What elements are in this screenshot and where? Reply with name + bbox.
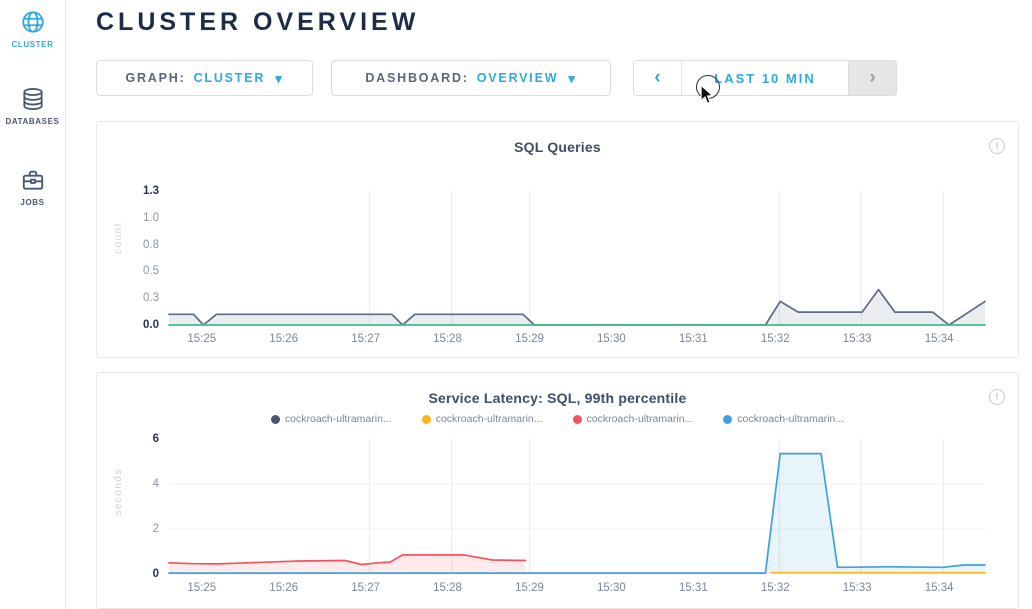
y-tick-label: 6 (97, 431, 159, 447)
chevron-down-icon: ▾ (568, 72, 576, 85)
x-tick-label: 15:27 (341, 581, 391, 595)
x-tick-label: 15:25 (177, 332, 227, 346)
legend-item: cockroach-ultramarin... (271, 413, 392, 425)
y-tick-label: 0.0 (97, 317, 159, 333)
legend-item: cockroach-ultramarin... (573, 413, 694, 425)
chart-title: SQL Queries (97, 139, 1018, 155)
y-tick-label: 1.3 (97, 183, 159, 199)
chart-title: Service Latency: SQL, 99th percentile (97, 390, 1018, 406)
x-tick-label: 15:28 (423, 581, 473, 595)
sidebar-item-label: JOBS (20, 198, 44, 207)
legend-dot (573, 415, 582, 424)
x-tick-label: 15:26 (259, 332, 309, 346)
page-title: CLUSTER OVERVIEW (96, 8, 419, 37)
y-tick-label: 2 (97, 521, 159, 537)
sidebar: CLUSTER DATABASES JOBS (0, 0, 66, 609)
y-tick-label: 0.8 (97, 237, 159, 253)
info-icon[interactable]: ! (989, 138, 1005, 154)
y-tick-label: 0.5 (97, 263, 159, 279)
sidebar-item-cluster[interactable]: CLUSTER (0, 9, 65, 49)
legend-dot (422, 415, 431, 424)
legend-dot (271, 415, 280, 424)
y-tick-label: 1.0 (97, 210, 159, 226)
x-tick-label: 15:34 (914, 332, 964, 346)
y-tick-label: 4 (97, 476, 159, 492)
x-tick-label: 15:27 (341, 332, 391, 346)
x-tick-label: 15:30 (586, 581, 636, 595)
sidebar-item-label: CLUSTER (12, 40, 54, 49)
legend-label: cockroach-ultramarin... (737, 413, 844, 425)
service-latency-chart-card: Service Latency: SQL, 99th percentile ! … (96, 372, 1019, 609)
x-tick-label: 15:33 (832, 581, 882, 595)
x-tick-label: 15:29 (504, 332, 554, 346)
briefcase-icon (20, 167, 46, 193)
x-tick-label: 15:30 (586, 332, 636, 346)
database-icon (20, 86, 46, 112)
x-tick-label: 15:34 (914, 581, 964, 595)
legend-label: cockroach-ultramarin... (436, 413, 543, 425)
sidebar-item-databases[interactable]: DATABASES (0, 86, 65, 126)
sql-queries-chart-card: SQL Queries ! count 0.00.30.50.81.01.315… (96, 121, 1019, 358)
chart-plot[interactable] (169, 439, 985, 574)
y-tick-label: 0 (97, 566, 159, 582)
chevron-down-icon: ▾ (275, 72, 283, 85)
dashboard-dropdown[interactable]: DASHBOARD: OVERVIEW ▾ (331, 60, 611, 96)
x-tick-label: 15:29 (504, 581, 554, 595)
x-tick-label: 15:28 (423, 332, 473, 346)
sidebar-item-jobs[interactable]: JOBS (0, 167, 65, 207)
graph-dropdown[interactable]: GRAPH: CLUSTER ▾ (96, 60, 313, 96)
chart-plot[interactable] (169, 191, 985, 325)
dashboard-dropdown-value: OVERVIEW (477, 71, 559, 85)
x-tick-label: 15:25 (177, 581, 227, 595)
legend-item: cockroach-ultramarin... (723, 413, 844, 425)
y-tick-label: 0.3 (97, 290, 159, 306)
time-window-prev-button[interactable]: ‹ (634, 61, 682, 95)
x-tick-label: 15:33 (832, 332, 882, 346)
x-tick-label: 15:26 (259, 581, 309, 595)
legend-label: cockroach-ultramarin... (587, 413, 694, 425)
mouse-cursor (700, 84, 713, 105)
chevron-right-icon: › (869, 67, 875, 89)
legend-dot (723, 415, 732, 424)
x-tick-label: 15:32 (750, 581, 800, 595)
graph-dropdown-value: CLUSTER (194, 71, 266, 85)
globe-icon (20, 9, 46, 35)
chart-legend: cockroach-ultramarin... cockroach-ultrama… (97, 413, 1018, 425)
dashboard-dropdown-label: DASHBOARD: (365, 71, 468, 85)
legend-label: cockroach-ultramarin... (285, 413, 392, 425)
x-tick-label: 15:31 (668, 332, 718, 346)
info-icon[interactable]: ! (989, 389, 1005, 405)
time-window-selector: ‹ LAST 10 MIN › (633, 60, 897, 96)
chevron-left-icon: ‹ (654, 67, 660, 89)
x-tick-label: 15:32 (750, 332, 800, 346)
graph-dropdown-label: GRAPH: (125, 71, 185, 85)
legend-item: cockroach-ultramarin... (422, 413, 543, 425)
time-window-next-button[interactable]: › (848, 61, 896, 95)
x-tick-label: 15:31 (668, 581, 718, 595)
sidebar-item-label: DATABASES (6, 117, 60, 126)
